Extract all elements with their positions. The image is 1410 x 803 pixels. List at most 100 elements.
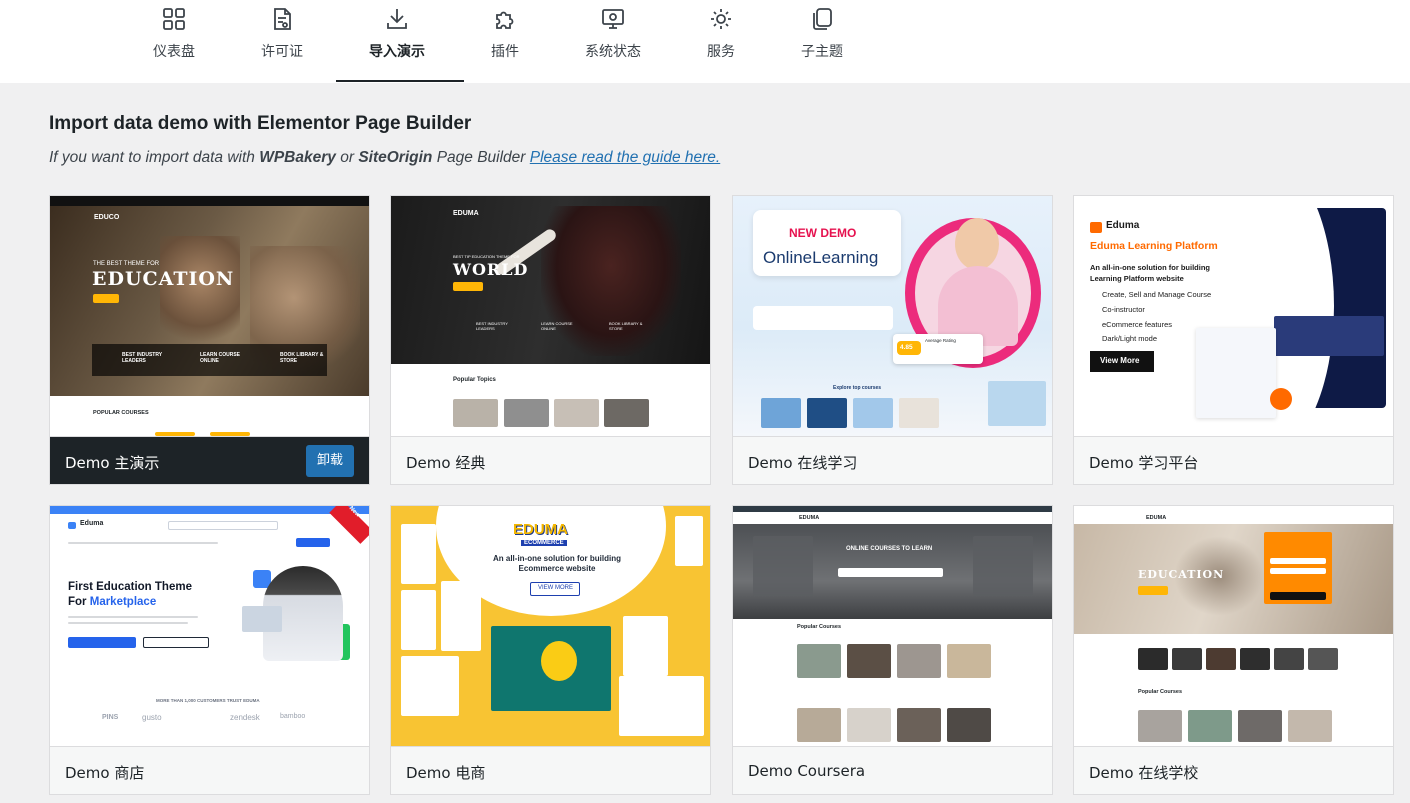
thumb-section: Popular Courses bbox=[1138, 689, 1183, 695]
thumb-cta: View More bbox=[1100, 356, 1140, 365]
thumb-brand: EDUMA bbox=[453, 210, 479, 217]
thumb-hero-small: THE BEST THEME FOR bbox=[93, 261, 160, 267]
thumb-hero: An all-in-one solution for building Ecom… bbox=[493, 554, 621, 573]
tab-label: 服务 bbox=[707, 44, 735, 60]
demo-caption: Demo Coursera bbox=[733, 746, 1052, 794]
thumb-hero: EDUCATION bbox=[92, 268, 235, 290]
page-subtitle: If you want to import data with WPBakery… bbox=[49, 149, 720, 167]
demo-card-coursera[interactable]: EDUMA ONLINE COURSES TO LEARN Popular Co… bbox=[732, 505, 1053, 795]
thumb-logo: PINS bbox=[102, 714, 119, 721]
demo-caption: Demo 电商 bbox=[391, 746, 710, 794]
thumb-bullet: eCommerce features bbox=[1102, 320, 1173, 329]
page-title: Import data demo with Elementor Page Bui… bbox=[49, 113, 472, 134]
tab-license[interactable]: 许可证 bbox=[227, 0, 337, 83]
demo-caption: Demo 在线学校 bbox=[1074, 746, 1393, 794]
thumb-section: Popular Topics bbox=[453, 377, 496, 383]
thumb-hero: EDUCATION bbox=[1138, 568, 1225, 581]
thumb-feature: LEARN COURSE ONLINE bbox=[541, 321, 573, 331]
demo-thumbnail: NEW DEMO OnlineLearning 4.85 Average Rat… bbox=[733, 196, 1052, 436]
thumb-brand: EDUMA bbox=[513, 521, 568, 538]
demo-thumbnail: EDUMA ONLINE COURSES TO LEARN Popular Co… bbox=[733, 506, 1052, 746]
demo-caption: Demo 经典 bbox=[391, 436, 710, 484]
thumb-rating: 4.85 bbox=[900, 344, 913, 351]
thumb-hero: WORLD bbox=[453, 260, 529, 279]
tab-label: 许可证 bbox=[261, 44, 303, 60]
thumb-brand-sub: ECOMMERCE bbox=[521, 540, 567, 546]
demo-name: Demo 在线学习 bbox=[748, 454, 858, 472]
demo-name: Demo 在线学校 bbox=[1089, 764, 1199, 782]
thumb-desc: An all-in-one solution for building Lear… bbox=[1090, 263, 1210, 283]
child-theme-copy-icon bbox=[809, 6, 835, 32]
top-tab-bar: 仪表盘 许可证 导入演示 插件 系统状态 服务 子主题 bbox=[0, 0, 1410, 83]
thumb-section: Popular Courses bbox=[797, 624, 842, 630]
thumb-feature: LEARN COURSE ONLINE bbox=[200, 352, 241, 364]
demo-thumbnail: EDUCO THE BEST THEME FOR EDUCATION BEST … bbox=[50, 196, 369, 436]
thumb-section: Explore top courses bbox=[833, 385, 882, 391]
demo-thumbnail: Eduma Eduma Learning Platform An all-in-… bbox=[1074, 196, 1393, 436]
tab-label: 插件 bbox=[491, 44, 519, 60]
demo-card-online-school[interactable]: EDUMA EDUCATION Popular Courses Demo 在线学… bbox=[1073, 505, 1394, 795]
system-status-monitor-icon bbox=[600, 6, 626, 32]
subtitle-text: If you want to import data with bbox=[49, 149, 260, 166]
tab-child-theme[interactable]: 子主题 bbox=[767, 0, 877, 83]
demo-name: Demo 主演示 bbox=[65, 454, 160, 472]
demo-caption: Demo 学习平台 bbox=[1074, 436, 1393, 484]
tab-label: 仪表盘 bbox=[153, 44, 195, 60]
tab-label: 导入演示 bbox=[369, 44, 425, 60]
demo-card-learning-platform[interactable]: Eduma Eduma Learning Platform An all-in-… bbox=[1073, 195, 1394, 485]
siteorigin-label: SiteOrigin bbox=[358, 149, 433, 166]
thumb-feature: BEST INDUSTRY LEADERS bbox=[476, 321, 508, 331]
demo-thumbnail: New Eduma First Education Theme For Mark… bbox=[50, 506, 369, 746]
tab-plugins[interactable]: 插件 bbox=[450, 0, 560, 83]
thumb-section: POPULAR COURSES bbox=[93, 410, 149, 416]
thumb-feature: BOOK LIBRARY & STORE bbox=[280, 352, 324, 364]
thumb-trust: MORE THAN 1,000 CUSTOMERS TRUST EDUMA bbox=[156, 698, 260, 703]
thumb-brand: EDUMA bbox=[799, 515, 820, 521]
demo-name: Demo Coursera bbox=[748, 762, 866, 780]
demo-card-store[interactable]: New Eduma First Education Theme For Mark… bbox=[49, 505, 370, 795]
tab-system-status[interactable]: 系统状态 bbox=[558, 0, 668, 83]
demo-caption: Demo 在线学习 bbox=[733, 436, 1052, 484]
wpbakery-label: WPBakery bbox=[259, 149, 336, 166]
thumb-bullet: Dark/Light mode bbox=[1102, 334, 1158, 343]
demo-card-ecommerce[interactable]: EDUMA ECOMMERCE An all-in-one solution f… bbox=[390, 505, 711, 795]
thumb-brand: EDUCO bbox=[94, 214, 120, 221]
guide-link[interactable]: Please read the guide here. bbox=[530, 149, 720, 166]
thumb-hero-line2-text: For bbox=[68, 596, 90, 608]
thumb-rating-label: Average Rating bbox=[925, 338, 956, 343]
demo-name: Demo 商店 bbox=[65, 764, 145, 782]
tab-import-demo[interactable]: 导入演示 bbox=[336, 0, 464, 83]
tab-service[interactable]: 服务 bbox=[666, 0, 776, 83]
demo-caption: Demo 商店 bbox=[50, 746, 369, 794]
thumb-logo: bamboo bbox=[280, 713, 306, 720]
download-icon bbox=[384, 6, 410, 32]
thumb-hero-line1: First Education Theme bbox=[68, 581, 192, 593]
thumb-badge: NEW DEMO bbox=[789, 226, 857, 240]
plugin-puzzle-icon bbox=[492, 6, 518, 32]
thumb-logo: gusto bbox=[142, 713, 162, 722]
thumb-hero-small: BEST TIP EDUCATION THEME FOR bbox=[453, 254, 520, 259]
thumb-brand: EDUMA bbox=[1146, 515, 1167, 521]
thumb-hero: ONLINE COURSES TO LEARN bbox=[846, 546, 933, 552]
thumb-hero: Eduma Learning Platform bbox=[1090, 240, 1218, 252]
demo-card-classic[interactable]: EDUMA BEST TIP EDUCATION THEME FOR WORLD… bbox=[390, 195, 711, 485]
demo-caption: Demo 主演示 卸载 bbox=[50, 436, 369, 484]
thumb-brand: Eduma bbox=[80, 520, 104, 527]
thumb-logo: zendesk bbox=[230, 713, 260, 722]
license-document-icon bbox=[269, 6, 295, 32]
demo-card-online-learning[interactable]: NEW DEMO OnlineLearning 4.85 Average Rat… bbox=[732, 195, 1053, 485]
tab-dashboard[interactable]: 仪表盘 bbox=[119, 0, 229, 83]
subtitle-text: or bbox=[335, 149, 359, 166]
tab-label: 子主题 bbox=[801, 44, 843, 60]
demo-card-main[interactable]: EDUCO THE BEST THEME FOR EDUCATION BEST … bbox=[49, 195, 370, 485]
tab-label: 系统状态 bbox=[585, 44, 641, 60]
subtitle-text: Page Builder bbox=[432, 149, 530, 166]
thumb-hero: OnlineLearning bbox=[763, 248, 879, 267]
thumb-bullet: Create, Sell and Manage Course bbox=[1102, 290, 1212, 299]
dashboard-grid-icon bbox=[161, 6, 187, 32]
demo-thumbnail: EDUMA ECOMMERCE An all-in-one solution f… bbox=[391, 506, 710, 746]
demo-thumbnail: EDUMA EDUCATION Popular Courses bbox=[1074, 506, 1393, 746]
demo-name: Demo 学习平台 bbox=[1089, 454, 1199, 472]
uninstall-button[interactable]: 卸载 bbox=[306, 445, 354, 477]
service-gear-icon bbox=[708, 6, 734, 32]
